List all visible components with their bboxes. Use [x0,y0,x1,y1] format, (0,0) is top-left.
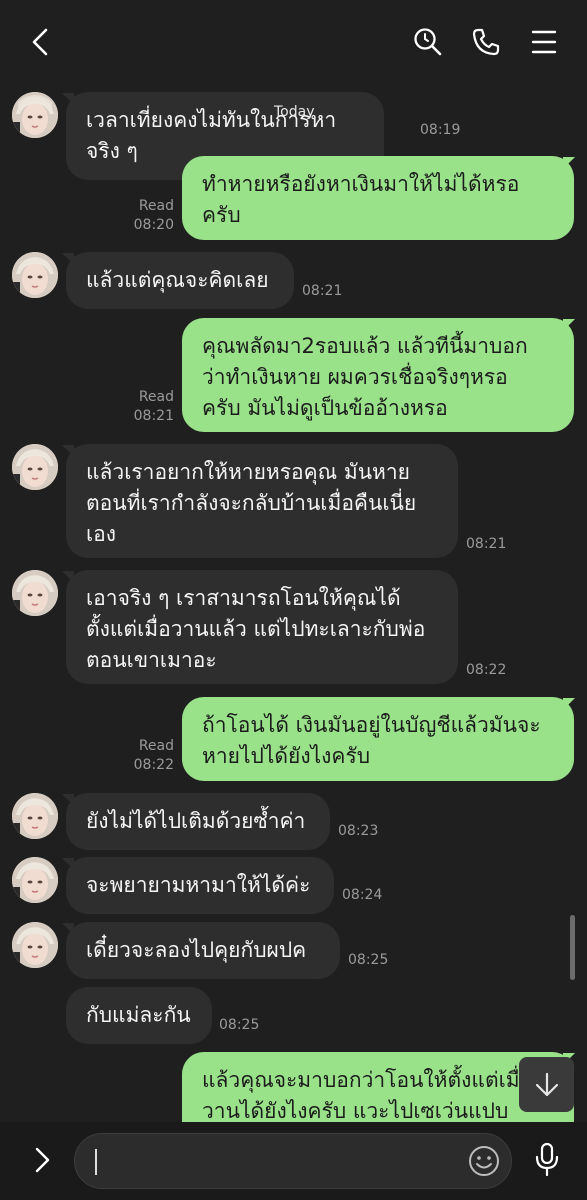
message-time: 08:25 [219,1017,260,1033]
message-bubble-outgoing[interactable]: ถ้าโอนได้ เงินมันอยู่ในบัญชีแล้วมันจะ หา… [182,697,574,781]
message-bubble-incoming[interactable]: ยังไม่ได้ไปเติมด้วยซ้ำค่า [66,793,330,850]
menu-button[interactable] [522,20,566,64]
microphone-icon [535,1142,559,1177]
hamburger-menu-icon [531,30,557,54]
message-bubble-incoming[interactable]: เอาจริง ๆ เราสามารถโอนให้คุณได้ ตั้งแต่เ… [66,570,458,684]
message-time: 08:25 [348,952,389,968]
message-time: 08:22 [133,757,174,773]
message-bubble-outgoing[interactable]: แล้วคุณจะมาบอกว่าโอนให้ตั้งแต่เมื่อ วานไ… [182,1052,574,1122]
message-bubble-incoming[interactable]: จะพยายามหามาให้ได้ค่ะ [66,857,334,914]
avatar-image [12,570,58,616]
chevron-left-icon [32,28,48,56]
avatar-image [12,793,58,839]
expand-tools-button[interactable] [22,1140,62,1180]
message-bubble-incoming[interactable]: เดี๋ยวจะลองไปคุยกับผปค [66,922,340,979]
scroll-to-bottom-button[interactable] [519,1057,574,1112]
avatar-image [12,92,58,138]
avatar[interactable] [12,570,58,616]
arrow-down-icon [535,1072,558,1096]
avatar[interactable] [12,252,58,298]
message-bubble-incoming[interactable]: แล้วแต่คุณจะคิดเลย [66,252,294,309]
chat-header [0,0,587,82]
message-input[interactable] [95,1144,459,1180]
back-button[interactable] [18,20,62,64]
avatar-image [12,857,58,903]
voice-input-button[interactable] [527,1140,567,1180]
bubble-tail [563,698,575,710]
message-time: 08:22 [466,662,507,678]
message-time: 08:23 [338,823,379,839]
message-input-box[interactable] [74,1133,512,1189]
read-status: Read [138,389,174,405]
avatar[interactable] [12,92,58,138]
avatar[interactable] [12,444,58,490]
message-bubble-incoming[interactable]: แล้วเราอยากให้หายหรอคุณ มันหาย ตอนที่เรา… [66,444,458,558]
read-status: Read [138,198,174,214]
message-time: 08:20 [133,217,174,233]
message-composer-bar [0,1122,587,1200]
avatar-image [12,252,58,298]
search-button[interactable] [406,20,450,64]
avatar-image [12,444,58,490]
message-bubble-outgoing[interactable]: คุณพลัดมา2รอบแล้ว แล้วทีนี้มาบอก ว่าทำเง… [182,318,574,432]
date-divider: Today [274,104,315,120]
avatar[interactable] [12,857,58,903]
message-bubble-outgoing[interactable]: ทำหายหรือยังหาเงินมาให้ไม่ได้หรอ ครับ [182,156,574,240]
avatar[interactable] [12,922,58,968]
chat-area[interactable]: เวลาเที่ยงคงไม่ทันในการหาจริง ๆ Today 08… [0,0,587,1122]
call-button[interactable] [464,20,508,64]
message-time: 08:21 [133,408,174,424]
message-time: 08:19 [420,122,461,138]
smiley-icon[interactable] [467,1144,501,1178]
message-time: 08:21 [302,283,343,299]
phone-icon [472,28,500,56]
bubble-tail [563,157,575,169]
bubble-tail [563,319,575,331]
message-bubble-incoming[interactable]: กับแม่ละกัน [66,987,212,1044]
search-icon [414,28,442,56]
avatar[interactable] [12,793,58,839]
message-time: 08:24 [342,887,383,903]
text-caret [95,1149,97,1175]
message-time: 08:21 [466,536,507,552]
chevron-right-icon [35,1147,50,1173]
scrollbar-thumb[interactable] [570,915,575,980]
read-status: Read [138,738,174,754]
avatar-image [12,922,58,968]
